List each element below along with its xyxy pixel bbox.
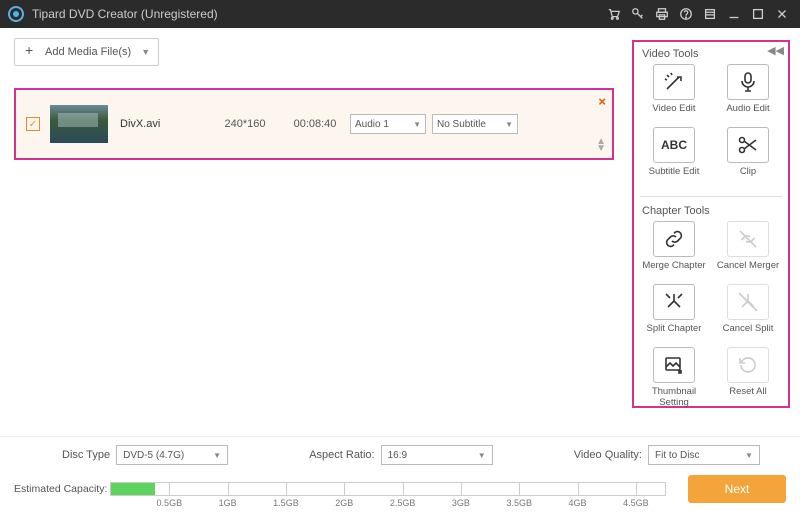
audio-edit-label: Audio Edit xyxy=(726,103,769,125)
video-thumbnail xyxy=(50,105,108,143)
capacity-tick-label: 2.5GB xyxy=(390,498,416,508)
key-icon[interactable] xyxy=(628,4,648,24)
capacity-tick xyxy=(519,482,520,496)
cancel-split-label: Cancel Split xyxy=(723,323,774,345)
reset-icon xyxy=(736,353,760,377)
merge-chapter-button[interactable] xyxy=(653,221,695,257)
scissors-icon xyxy=(736,133,760,157)
microphone-icon xyxy=(736,70,760,94)
capacity-tick-label: 1.5GB xyxy=(273,498,299,508)
disc-type-label: Disc Type xyxy=(62,449,110,461)
cancel-merger-button[interactable] xyxy=(727,221,769,257)
minimize-icon[interactable] xyxy=(724,4,744,24)
audio-edit-button[interactable] xyxy=(727,64,769,100)
title-bar: Tipard DVD Creator (Unregistered) xyxy=(0,0,800,28)
app-logo-icon xyxy=(8,6,24,22)
estimated-capacity-label: Estimated Capacity: xyxy=(14,483,110,495)
remove-file-button[interactable]: × xyxy=(598,94,606,109)
main-content: Add Media File(s) ▼ Check All ✖ Power To… xyxy=(0,28,800,436)
file-name: DivX.avi xyxy=(120,118,210,130)
row-checkbox[interactable]: ✓ xyxy=(26,117,40,131)
link-icon xyxy=(662,227,686,251)
thumbnail-setting-button[interactable] xyxy=(653,347,695,383)
side-panel: ◀◀ Video Tools Video Edit Audio Edit ABC… xyxy=(632,40,790,408)
split-chapter-button[interactable] xyxy=(653,284,695,320)
split-chapter-label: Split Chapter xyxy=(647,323,702,345)
disc-type-select[interactable]: DVD-5 (4.7G) ▼ xyxy=(116,445,228,465)
audio-select[interactable]: Audio 1 ▼ xyxy=(350,114,426,134)
capacity-tick-label: 4GB xyxy=(569,498,587,508)
maximize-icon[interactable] xyxy=(748,4,768,24)
add-file-icon xyxy=(23,44,39,60)
reset-all-label: Reset All xyxy=(729,386,767,408)
video-quality-label: Video Quality: xyxy=(574,449,642,461)
subtitle-value: No Subtitle xyxy=(437,119,486,130)
print-icon[interactable] xyxy=(652,4,672,24)
capacity-tick-label: 0.5GB xyxy=(157,498,183,508)
capacity-tick-label: 1GB xyxy=(219,498,237,508)
capacity-tick xyxy=(461,482,462,496)
aspect-ratio-label: Aspect Ratio: xyxy=(309,449,374,461)
unlink-icon xyxy=(736,227,760,251)
capacity-tick-label: 3GB xyxy=(452,498,470,508)
capacity-tick xyxy=(228,482,229,496)
cancel-merger-label: Cancel Merger xyxy=(717,260,779,282)
capacity-tick-label: 3.5GB xyxy=(506,498,532,508)
help-icon[interactable] xyxy=(676,4,696,24)
capacity-tick xyxy=(403,482,404,496)
subtitle-edit-button[interactable]: ABC xyxy=(653,127,695,163)
capacity-tick xyxy=(578,482,579,496)
capacity-tick xyxy=(169,482,170,496)
aspect-ratio-value: 16:9 xyxy=(388,450,407,461)
capacity-tick-label: 4.5GB xyxy=(623,498,649,508)
video-quality-value: Fit to Disc xyxy=(655,450,699,461)
capacity-tick-label: 2GB xyxy=(335,498,353,508)
aspect-ratio-select[interactable]: 16:9 ▼ xyxy=(381,445,493,465)
cart-icon[interactable] xyxy=(604,4,624,24)
capacity-bar: 0.5GB1GB1.5GB2GB2.5GB3GB3.5GB4GB4.5GB xyxy=(110,482,666,496)
caret-icon: ▼ xyxy=(413,120,421,129)
caret-icon: ▼ xyxy=(213,451,221,460)
clip-button[interactable] xyxy=(727,127,769,163)
dropdown-caret-icon: ▼ xyxy=(141,47,150,57)
cancel-split-icon xyxy=(736,290,760,314)
file-row[interactable]: ✓ DivX.avi 240*160 00:08:40 Audio 1 ▼ No… xyxy=(16,90,612,158)
file-list: ✓ DivX.avi 240*160 00:08:40 Audio 1 ▼ No… xyxy=(14,88,614,160)
clip-label: Clip xyxy=(740,166,756,188)
wand-icon xyxy=(662,70,686,94)
image-arrow-icon xyxy=(662,353,686,377)
disc-type-value: DVD-5 (4.7G) xyxy=(123,450,184,461)
reorder-handle[interactable]: ▲▼ xyxy=(596,138,606,152)
audio-value: Audio 1 xyxy=(355,119,389,130)
bottom-bar: Disc Type DVD-5 (4.7G) ▼ Aspect Ratio: 1… xyxy=(0,436,800,514)
cancel-split-button[interactable] xyxy=(727,284,769,320)
capacity-tick xyxy=(344,482,345,496)
file-resolution: 240*160 xyxy=(210,118,280,130)
capacity-tick xyxy=(286,482,287,496)
app-title: Tipard DVD Creator (Unregistered) xyxy=(32,7,218,21)
menu-icon[interactable] xyxy=(700,4,720,24)
caret-icon: ▼ xyxy=(505,120,513,129)
video-edit-label: Video Edit xyxy=(652,103,695,125)
video-tools-title: Video Tools xyxy=(634,42,788,64)
add-media-label: Add Media File(s) xyxy=(45,46,131,58)
video-quality-select[interactable]: Fit to Disc ▼ xyxy=(648,445,760,465)
add-media-button[interactable]: Add Media File(s) ▼ xyxy=(14,38,159,66)
capacity-tick xyxy=(636,482,637,496)
merge-chapter-label: Merge Chapter xyxy=(642,260,705,282)
caret-icon: ▼ xyxy=(478,451,486,460)
split-icon xyxy=(662,290,686,314)
reset-all-button[interactable] xyxy=(727,347,769,383)
file-duration: 00:08:40 xyxy=(280,118,350,130)
thumbnail-setting-label: Thumbnail Setting xyxy=(652,386,696,408)
next-button[interactable]: Next xyxy=(688,475,786,503)
video-edit-button[interactable] xyxy=(653,64,695,100)
subtitle-edit-label: Subtitle Edit xyxy=(649,166,700,188)
collapse-panel-icon[interactable]: ◀◀ xyxy=(767,44,784,57)
close-icon[interactable] xyxy=(772,4,792,24)
subtitle-select[interactable]: No Subtitle ▼ xyxy=(432,114,518,134)
chapter-tools-title: Chapter Tools xyxy=(634,199,788,221)
caret-icon: ▼ xyxy=(745,451,753,460)
